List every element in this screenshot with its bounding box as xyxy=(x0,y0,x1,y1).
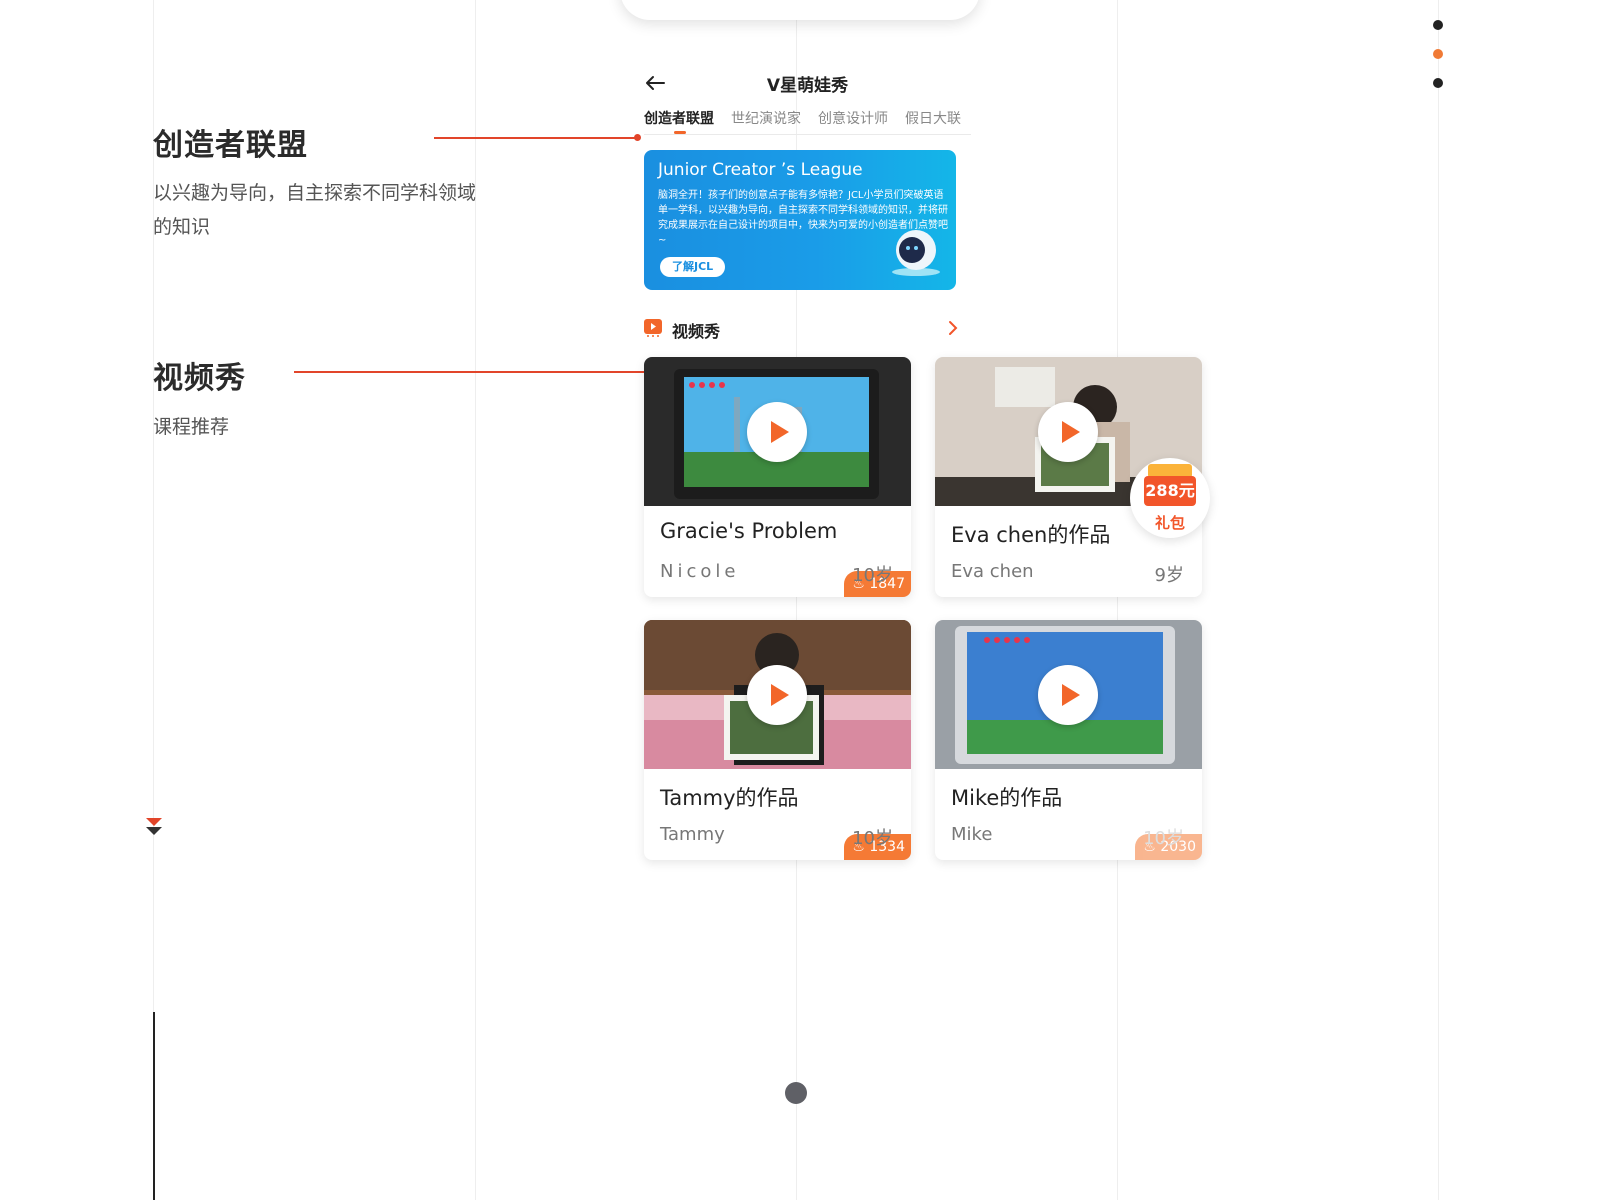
annotation-desc-video-show: 课程推荐 xyxy=(153,416,230,438)
play-button[interactable] xyxy=(747,402,807,462)
card-title: Gracie's Problem xyxy=(660,519,838,543)
category-tabs: 创造者联盟 世纪演说家 创意设计师 假日大联 xyxy=(644,108,971,135)
card-title: Tammy的作品 xyxy=(660,786,799,810)
video-play-icon xyxy=(644,319,662,337)
card-author: Nicole xyxy=(660,561,740,582)
card-age: 9岁 xyxy=(1154,565,1184,586)
tab-century-speaker[interactable]: 世纪演说家 xyxy=(731,108,801,134)
guide-line xyxy=(1117,0,1118,1200)
learn-jcl-button[interactable]: 了解JCL xyxy=(660,257,726,277)
card-author: Mike xyxy=(951,824,993,845)
video-card[interactable]: ♨ 1847 Gracie's Problem Nicole 10岁 xyxy=(644,357,911,597)
page-dot-1[interactable] xyxy=(1433,20,1443,30)
annotation-desc-creator-league: 以兴趣为导向，自主探索不同学科领域的知识 xyxy=(153,182,477,238)
gift-label: 礼包 xyxy=(1154,514,1185,532)
phone-frame-top xyxy=(620,0,980,20)
page-dot-2-active[interactable] xyxy=(1433,49,1443,59)
tab-creative-designer[interactable]: 创意设计师 xyxy=(818,108,888,134)
scroll-indicator-dot[interactable] xyxy=(785,1082,807,1104)
annotation-title-video-show: 视频秀 xyxy=(153,361,246,396)
play-button[interactable] xyxy=(1038,402,1098,462)
double-chevron-down-icon[interactable] xyxy=(145,817,163,837)
banner-title: Junior Creator ’s League xyxy=(658,160,863,180)
timeline-bar xyxy=(153,1012,155,1200)
guide-line xyxy=(1438,0,1439,1200)
card-title: Mike的作品 xyxy=(951,786,1063,810)
tab-holiday[interactable]: 假日大联 xyxy=(905,108,961,134)
card-age: 10岁 xyxy=(1143,828,1184,849)
annotation-connector-line xyxy=(434,137,638,139)
card-age: 10岁 xyxy=(852,565,893,586)
annotation-connector-dot xyxy=(634,134,641,141)
card-title: Eva chen的作品 xyxy=(951,523,1111,547)
video-section-header: 视频秀 xyxy=(644,318,960,341)
card-author: Eva chen xyxy=(951,561,1034,582)
card-author: Tammy xyxy=(660,824,725,845)
annotation-connector-line xyxy=(294,371,664,373)
app-title: V星萌娃秀 xyxy=(766,76,849,96)
tab-creator-league[interactable]: 创造者联盟 xyxy=(644,108,714,134)
gift-pack-badge[interactable]: 288元 礼包 xyxy=(1130,458,1210,538)
chevron-right-icon[interactable] xyxy=(946,319,960,337)
jcl-banner[interactable]: Junior Creator ’s League 脑洞全开！孩子们的创意点子能有… xyxy=(644,150,956,290)
page-dot-3[interactable] xyxy=(1433,78,1443,88)
gift-amount: 288元 xyxy=(1144,476,1196,506)
card-age: 10岁 xyxy=(852,828,893,849)
app-nav-bar: V星萌娃秀 xyxy=(640,68,975,98)
video-card[interactable]: ♨ 2030 Mike的作品 Mike 10岁 xyxy=(935,620,1202,860)
play-button[interactable] xyxy=(1038,665,1098,725)
video-card[interactable]: ♨ 1334 Tammy的作品 Tammy 10岁 xyxy=(644,620,911,860)
annotation-title-creator-league: 创造者联盟 xyxy=(153,128,308,163)
section-title: 视频秀 xyxy=(672,322,721,341)
robot-icon xyxy=(892,230,940,276)
play-button[interactable] xyxy=(747,665,807,725)
